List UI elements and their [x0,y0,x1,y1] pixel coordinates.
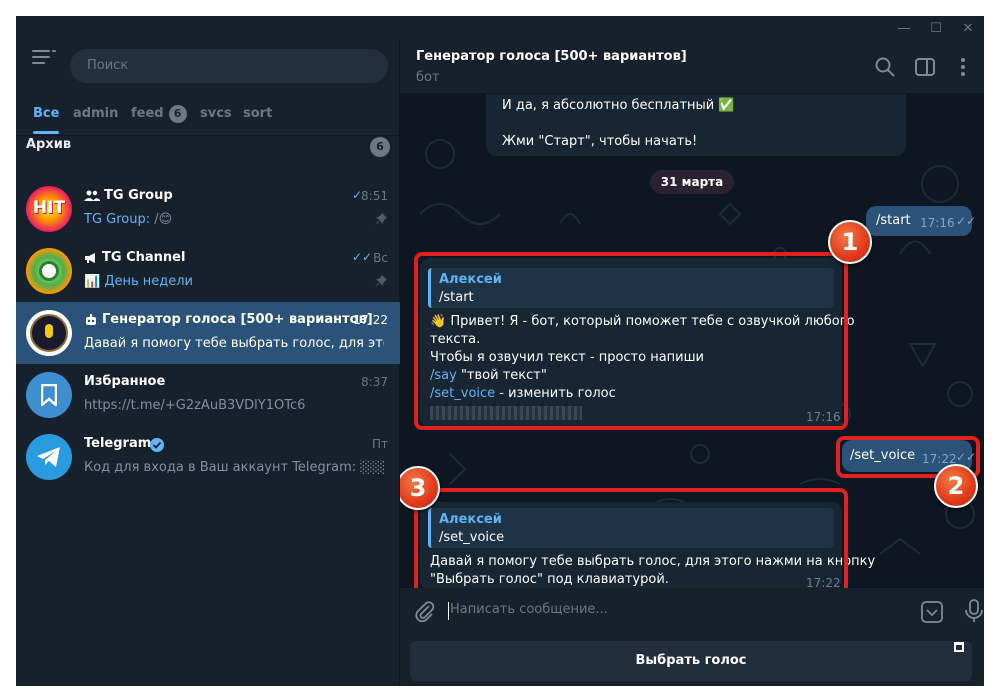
archive-row[interactable]: Архив 6 [26,137,390,159]
megaphone-icon [85,253,95,263]
message-bubble-outgoing: /start 17:16 ✓✓ [866,206,976,236]
choose-voice-button[interactable]: Выбрать голос [410,641,972,681]
folder-tab-label: feed [131,106,164,121]
sidebar-toggle-icon[interactable] [914,56,936,78]
message-bubble-intro: И да, я абсолютно бесплатный ✅ Жми "Стар… [486,94,906,156]
message-text: /start [876,213,911,228]
highlight-box-1 [414,252,848,430]
folder-tab-svcs[interactable]: svcs [200,106,232,132]
double-check-icon: ✓✓ [956,214,977,228]
maximize-button[interactable]: ☐ [920,16,952,40]
message-text: Жми "Старт", чтобы начать! [502,134,698,149]
message-input[interactable]: Написать сообщение... [450,602,608,617]
chat-subtitle: бот [416,70,440,85]
message-composer: Написать сообщение... [400,588,984,636]
chat-name: Генератор голоса [500+ вариантов] [102,312,373,327]
minimize-button[interactable]: — [888,16,920,40]
folder-tab-label: sort [243,106,273,121]
annotation-number-1: 1 [828,220,872,264]
avatar: HIT [26,186,72,232]
chat-item-tg-channel[interactable]: TG Channel ✓✓ Вс 📊 День недели [16,240,400,302]
chat-item-voice-generator[interactable]: Генератор голоса [500+ вариантов] 17:22 … [16,302,400,364]
chat-time: Пт [371,437,388,451]
more-options-icon[interactable] [952,56,974,78]
telegram-window: — ☐ ✕ Поиск Все admin feed 6 svcs sort А… [16,16,984,686]
chat-time: 8:37 [361,375,388,389]
archive-count-badge: 6 [370,137,390,157]
chat-time: 8:51 [361,189,388,203]
avatar [26,248,72,294]
pin-icon [375,275,387,287]
unread-badge: 6 [168,105,187,123]
search-input[interactable]: Поиск [70,49,388,83]
chat-name: Избранное [84,374,166,389]
verified-badge-icon [150,438,164,452]
chat-time: Вс [373,251,388,265]
hamburger-menu-icon[interactable] [32,50,56,68]
date-separator: 31 марта [650,170,734,194]
annotation-number-2: 2 [934,464,978,508]
avatar [26,310,72,356]
telegram-logo-icon [37,447,60,467]
avatar [26,434,72,480]
chat-time: 17:22 [353,313,388,327]
folder-tab-feed[interactable]: feed 6 [131,105,187,132]
close-button[interactable]: ✕ [952,16,984,40]
chat-preview: TG Group: /😊 [84,212,384,227]
window-restore-icon [954,642,964,652]
chat-preview: https://t.me/+G2zAuB3VDlY1OTc6 [84,398,306,413]
chat-preview: Код для входа в Ваш аккаунт Telegram: ░░… [84,460,384,475]
chat-preview: 📊 День недели [84,274,194,289]
folder-tab-label: Все [33,106,60,121]
folder-tab-admin[interactable]: admin [73,106,118,132]
avatar [26,372,72,418]
folder-tabs: Все admin feed 6 svcs sort [16,96,400,136]
archive-label: Архив [26,137,72,152]
folder-tab-label: admin [73,106,119,121]
preview-sender: TG Group: [84,212,151,227]
folder-tab-all[interactable]: Все [33,106,60,134]
chat-item-tg-group[interactable]: HIT TG Group ✓ 8:51 TG Group: /😊 [16,178,400,240]
title-bar: — ☐ ✕ [16,16,984,40]
chat-preview: Давай я помогу тебе выбрать голос, для э… [84,336,384,351]
keyboard-toggle-icon[interactable] [920,600,944,624]
chat-name: Telegram [84,436,152,451]
chat-name: TG Channel [102,250,186,265]
chat-header: Генератор голоса [500+ вариантов] бот [400,40,984,94]
group-icon [84,190,100,201]
chat-name: TG Group [104,188,173,203]
message-text: И да, я абсолютно бесплатный ✅ [502,98,735,113]
text-cursor [448,602,449,620]
attach-icon[interactable] [414,600,436,622]
active-tab-underline [33,131,60,134]
chat-item-telegram[interactable]: Telegram Пт Код для входа в Ваш аккаунт … [16,426,400,488]
highlight-box-3 [414,488,848,588]
pin-icon [375,213,387,225]
folder-tab-label: svcs [200,106,232,121]
chat-title[interactable]: Генератор голоса [500+ вариантов] [416,49,687,64]
avatar-text: HIT [32,198,66,218]
bookmark-icon [41,384,57,406]
bot-keyboard: Выбрать голос [400,636,984,686]
read-check-icon: ✓✓ [351,250,372,264]
chat-item-saved-messages[interactable]: Избранное 8:37 https://t.me/+G2zAuB3VDlY… [16,364,400,426]
search-icon[interactable] [874,56,896,78]
microphone-icon[interactable] [964,598,984,624]
preview-text: /😊 [150,212,173,227]
sidebar: Поиск Все admin feed 6 svcs sort Архив 6 [16,40,400,686]
folder-tab-sort[interactable]: sort [243,106,272,132]
message-time: 17:16 [920,216,955,230]
bot-icon [86,314,96,325]
message-area: И да, я абсолютно бесплатный ✅ Жми "Стар… [400,94,984,588]
